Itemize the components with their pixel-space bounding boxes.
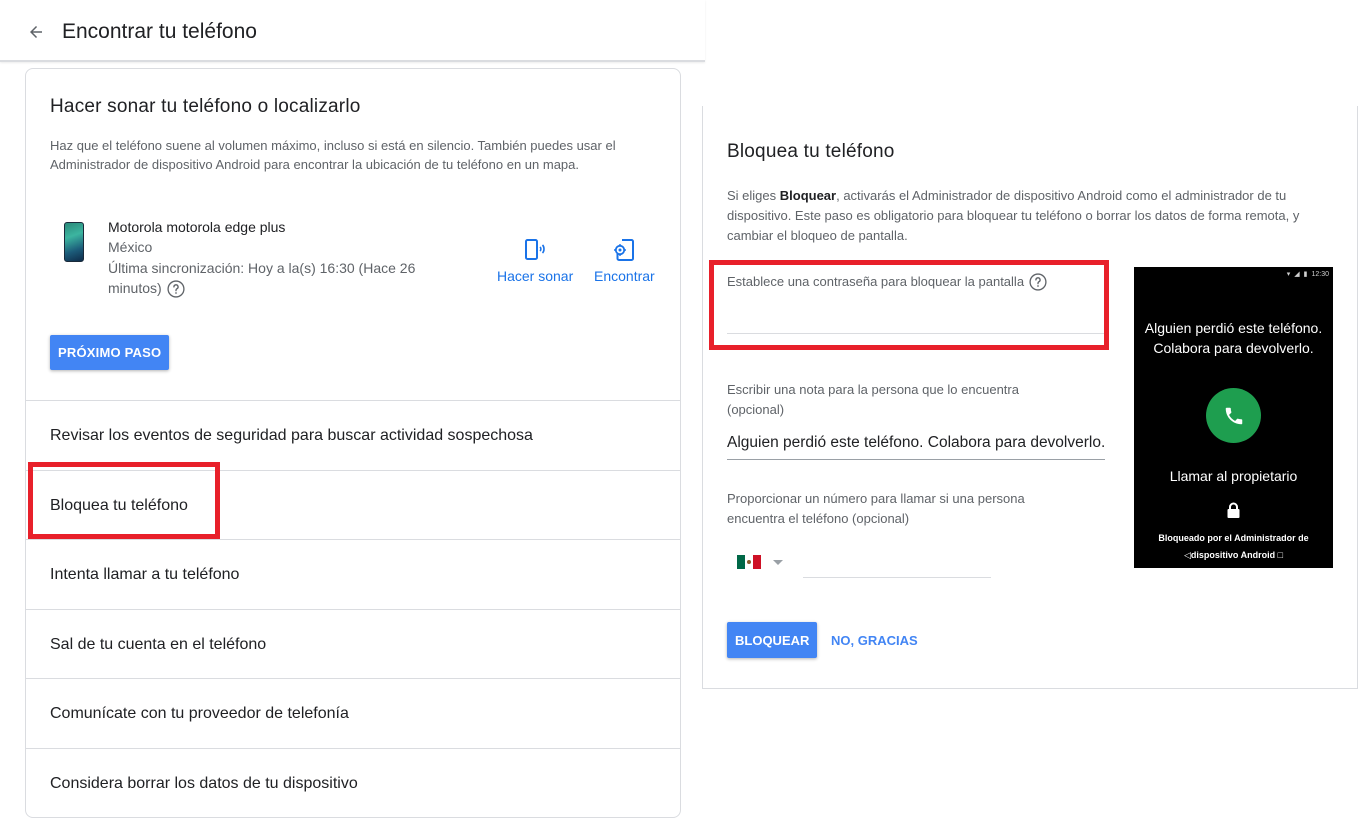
wifi-icon: ▾ bbox=[1286, 271, 1291, 278]
device-last-sync: Última sincronización: Hoy a la(s) 16:30… bbox=[108, 258, 438, 299]
status-bar: ▾ ◢ ▮ 12:30 bbox=[1286, 270, 1329, 279]
country-code-select[interactable] bbox=[737, 555, 783, 569]
device-thumbnail bbox=[64, 222, 84, 262]
back-button[interactable] bbox=[22, 18, 50, 46]
lost-phone-message: Alguien perdió este teléfono. Colabora p… bbox=[1134, 318, 1333, 358]
note-label: Escribir una nota para la persona que lo… bbox=[727, 382, 1019, 417]
locate-phone-icon bbox=[613, 236, 635, 264]
password-label: Establece una contraseña para bloquear l… bbox=[727, 272, 1048, 292]
message-line-1: Alguien perdió este teléfono. bbox=[1144, 320, 1323, 336]
lock-card-title: Bloquea tu teléfono bbox=[727, 141, 895, 162]
help-icon[interactable] bbox=[166, 279, 186, 299]
arrow-back-icon bbox=[30, 26, 42, 38]
lock-card-description: Si eliges Bloquear, activarás el Adminis… bbox=[727, 186, 1337, 246]
signal-icon: ◢ bbox=[1294, 271, 1300, 278]
ring-phone-label: Hacer sonar bbox=[497, 268, 574, 284]
password-label-text: Establece una contraseña para bloquear l… bbox=[727, 274, 1025, 289]
section-description: Haz que el teléfono suene al volumen máx… bbox=[50, 138, 616, 172]
list-item-security-events[interactable]: Revisar los eventos de seguridad para bu… bbox=[26, 400, 680, 470]
locked-by-line-2: ◁dispositivo Android □ bbox=[1134, 547, 1333, 564]
call-owner-button bbox=[1206, 388, 1261, 443]
call-owner-label: Llamar al propietario bbox=[1169, 468, 1298, 484]
status-time: 12:30 bbox=[1311, 270, 1329, 278]
password-input[interactable] bbox=[727, 302, 1105, 334]
list-item-lock-phone[interactable]: Bloquea tu teléfono bbox=[26, 470, 680, 540]
phone-call-icon bbox=[1225, 407, 1242, 424]
device-country: México bbox=[108, 239, 153, 255]
section-title: Hacer sonar tu teléfono o localizarlo bbox=[50, 96, 361, 117]
no-thanks-button[interactable]: NO, GRACIAS bbox=[823, 622, 926, 658]
list-item-contact-carrier[interactable]: Comunícate con tu proveedor de telefonía bbox=[26, 678, 680, 748]
list-item-call-phone[interactable]: Intenta llamar a tu teléfono bbox=[26, 539, 680, 609]
page-title: Encontrar tu teléfono bbox=[62, 20, 257, 43]
phone-number-label: Proporcionar un número para llamar si un… bbox=[727, 491, 1025, 526]
locked-by-text: Bloqueado por el Administrador de ◁dispo… bbox=[1134, 530, 1333, 564]
list-item-erase-device[interactable]: Considera borrar los datos de tu disposi… bbox=[26, 748, 680, 817]
lock-icon bbox=[1226, 502, 1241, 524]
chevron-down-icon bbox=[773, 559, 783, 565]
desc-prefix: Si eliges bbox=[727, 188, 780, 203]
message-line-2: Colabora para devolverlo. bbox=[1153, 340, 1314, 356]
help-icon[interactable] bbox=[1028, 272, 1048, 292]
lock-screen-preview: ▾ ◢ ▮ 12:30 Alguien perdió este teléfono… bbox=[1134, 267, 1333, 568]
nav-recent-icon: □ bbox=[1275, 550, 1284, 560]
last-sync-text: Última sincronización: Hoy a la(s) 16:30… bbox=[108, 260, 416, 296]
note-input[interactable] bbox=[727, 426, 1105, 460]
battery-icon: ▮ bbox=[1303, 271, 1308, 278]
locked-by-line-2-text: dispositivo Android bbox=[1190, 550, 1276, 560]
locked-by-line-1: Bloqueado por el Administrador de bbox=[1158, 533, 1309, 543]
nav-back-icon: ◁ bbox=[1183, 550, 1191, 560]
mexico-flag-icon bbox=[737, 555, 761, 569]
ring-phone-button[interactable]: Hacer sonar bbox=[497, 236, 573, 284]
lock-button[interactable]: BLOQUEAR bbox=[727, 622, 818, 658]
find-phone-button[interactable]: Encontrar bbox=[594, 236, 655, 284]
list-item-sign-out[interactable]: Sal de tu cuenta en el teléfono bbox=[26, 609, 680, 679]
next-step-button[interactable]: PRÓXIMO PASO bbox=[50, 335, 170, 370]
phone-number-input[interactable] bbox=[803, 548, 991, 578]
phone-ring-icon bbox=[524, 236, 546, 264]
recovery-steps-card: Hacer sonar tu teléfono o localizarlo Ha… bbox=[25, 68, 681, 818]
device-name: Motorola motorola edge plus bbox=[108, 219, 286, 235]
top-app-bar: Encontrar tu teléfono bbox=[0, 0, 705, 62]
desc-bold: Bloquear bbox=[779, 188, 837, 203]
find-phone-label: Encontrar bbox=[594, 268, 655, 284]
